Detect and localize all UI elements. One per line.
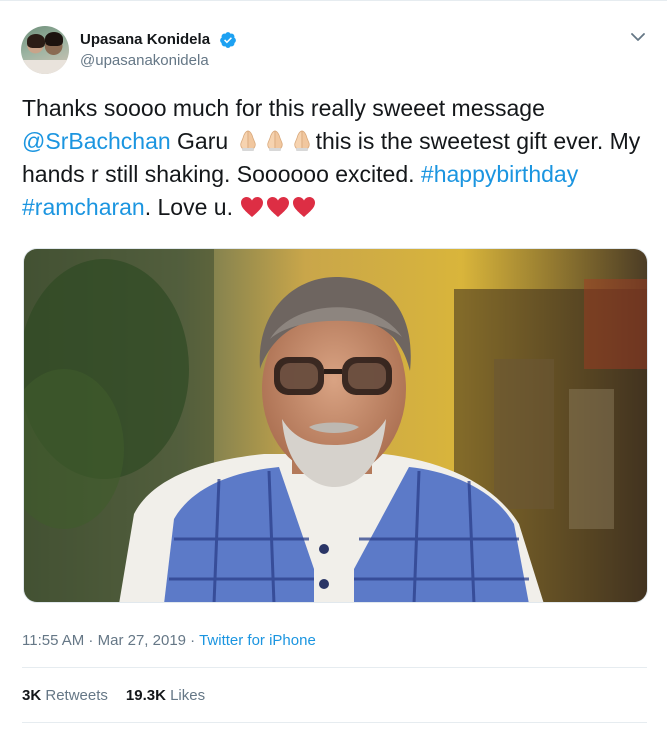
divider bbox=[22, 667, 647, 668]
video-frame-image bbox=[24, 249, 647, 602]
likes-label: Likes bbox=[170, 687, 206, 704]
chevron-down-icon[interactable] bbox=[630, 30, 646, 44]
folded-hands-icon bbox=[239, 130, 256, 151]
mention-link[interactable]: @SrBachchan bbox=[22, 128, 171, 154]
tweet-time[interactable]: 11:55 AM bbox=[22, 632, 84, 649]
meta-separator: · bbox=[84, 632, 98, 649]
tweet-text: Thanks soooo much for this really sweeet… bbox=[22, 92, 652, 224]
retweets-stat[interactable]: 3K Retweets bbox=[22, 687, 108, 704]
tweet-date[interactable]: Mar 27, 2019 bbox=[98, 632, 186, 649]
tweet-stats: 3K Retweets 19.3K Likes bbox=[22, 687, 223, 704]
divider bbox=[22, 722, 647, 723]
hashtag-link[interactable]: #happybirthday bbox=[421, 161, 578, 187]
top-divider bbox=[0, 0, 667, 1]
video-thumbnail[interactable] bbox=[23, 248, 648, 603]
tweet-card: Upasana Konidela @upasanakonidela Thanks… bbox=[0, 0, 667, 733]
folded-hands-icon bbox=[266, 130, 283, 151]
likes-count: 19.3K bbox=[125, 687, 166, 704]
retweets-count: 3K bbox=[22, 687, 42, 704]
author-display-name[interactable]: Upasana Konidela bbox=[80, 31, 210, 48]
avatar[interactable] bbox=[21, 26, 69, 74]
red-heart-icon bbox=[241, 197, 264, 217]
tweet-meta: 11:55 AM · Mar 27, 2019 · Twitter for iP… bbox=[22, 632, 316, 649]
tweet-source-link[interactable]: Twitter for iPhone bbox=[199, 632, 316, 649]
author-handle[interactable]: @upasanakonidela bbox=[80, 52, 209, 69]
tweet-text-part: Garu bbox=[170, 128, 235, 154]
tweet-text-part: Thanks soooo much for this really sweeet… bbox=[22, 95, 545, 121]
verified-badge-icon bbox=[220, 32, 236, 48]
meta-separator: · bbox=[186, 632, 200, 649]
tweet-text-part: . Love u. bbox=[144, 194, 240, 220]
folded-hands-icon bbox=[293, 130, 310, 151]
likes-stat[interactable]: 19.3K Likes bbox=[126, 687, 205, 704]
red-heart-icon bbox=[267, 197, 290, 217]
red-heart-icon bbox=[293, 197, 316, 217]
hashtag-link[interactable]: #ramcharan bbox=[22, 194, 145, 220]
retweets-label: Retweets bbox=[45, 687, 108, 704]
